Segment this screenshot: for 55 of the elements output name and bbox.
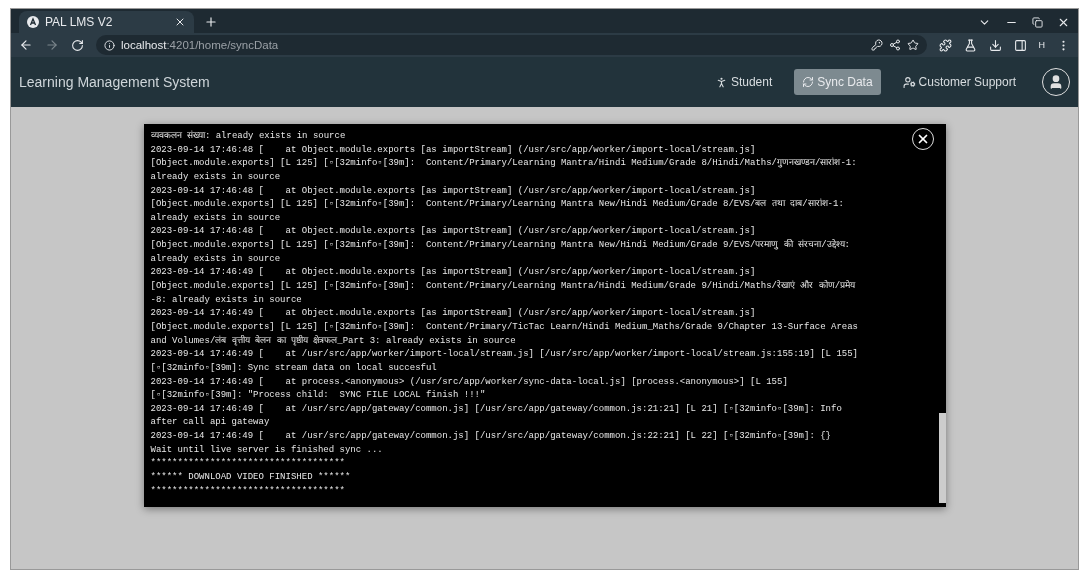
app-logo-icon — [27, 16, 39, 28]
back-icon[interactable] — [19, 38, 33, 52]
app-title: Learning Management System — [19, 74, 211, 90]
log-line: already exists in source — [150, 170, 281, 184]
extensions-icon[interactable] — [938, 38, 952, 52]
bookmark-icon[interactable] — [906, 39, 919, 51]
address-field[interactable]: localhost:4201/home/syncData — [96, 35, 927, 55]
user-icon — [1048, 74, 1064, 90]
log-line: 2023-09-14 17:46:49 [ at process.<anonymous> (/usr/src/app/worker/sync-data-local.js] [process.<anonymous>] [L 155] — [150, 375, 788, 389]
log-line: [Object.module.exports] [L 125] [▫[32minfo▫[39m]: Content/Primary/Learning Mantra New/Hindi Medium/Grade 9/EVS/परमाणु की संरचना/उद्देश्य: — [150, 239, 850, 253]
profile-button[interactable]: H — [1038, 40, 1045, 50]
info-icon — [104, 39, 115, 51]
log-line: 2023-09-14 17:46:48 [ at Object.module.exports [as importStream] (/usr/src/app/worker/import-local/stream.js] — [150, 225, 756, 239]
sync-icon — [802, 76, 815, 88]
log-line: 2023-09-14 17:46:49 [ at /usr/src/app/gateway/common.js] [/usr/src/app/gateway/common.js:21:21] [L 21] [▫[32minfo▫[39m]: Info — [150, 402, 842, 416]
log-line: ************************************ — [150, 484, 345, 498]
share-icon[interactable] — [888, 39, 901, 51]
log-line: 2023-09-14 17:46:49 [ at /usr/src/app/worker/import-local/stream.js] [/usr/src/app/worker/import-local/stream.js:155:19] [L 155] — [150, 348, 858, 362]
log-line: [Object.module.exports] [L 125] [▫[32minfo▫[39m]: Content/Primary/Learning Mantra/Hindi Medium/Grade 9/Hindi/Maths/रेखाएं और कोण/प्रमेय — [150, 280, 856, 294]
log-line: already exists in source — [150, 211, 281, 225]
nav-button[interactable]: Student — [706, 69, 781, 95]
log-line: already exists in source — [150, 252, 281, 266]
browser-tab[interactable]: PAL LMS V2 — [19, 11, 194, 33]
new-tab-icon[interactable] — [204, 15, 218, 29]
download-icon[interactable] — [988, 38, 1002, 52]
log-line: 2023-09-14 17:46:49 [ at /usr/src/app/gateway/common.js] [/usr/src/app/gateway/common.js:22:21] [L 22] [▫[32minfo▫[39m]: {} — [150, 430, 831, 444]
log-line: 2023-09-14 17:46:48 [ at Object.module.exports [as importStream] (/usr/src/app/worker/import-local/stream.js] — [150, 143, 756, 157]
log-line: and Volumes/लंब वृत्तीय बेलन का पृष्ठीय क्षेत्रफल_Part 3: already exists in source — [150, 334, 516, 348]
log-line: ****** DOWNLOAD VIDEO FINISHED ****** — [150, 471, 351, 484]
log-line: [Object.module.exports] [L 125] [▫[32minfo▫[39m]: Content/Primary/TicTac Learn/Hindi Medium_Maths/Grade 9/Chapter 13-Surface Areas — [150, 320, 858, 334]
scrollbar[interactable] — [938, 124, 946, 507]
log-line: 2023-09-14 17:46:49 [ at Object.module.exports [as importStream] (/usr/src/app/worker/import-local/stream.js] — [150, 266, 756, 280]
url-text: localhost:4201/home/syncData — [121, 39, 279, 51]
side-panel-icon[interactable] — [1013, 38, 1027, 52]
log-line: after call api gateway — [150, 416, 270, 430]
log-line: 2023-09-14 17:46:48 [ at Object.module.exports [as importStream] (/usr/src/app/worker/import-local/stream.js] — [150, 184, 756, 198]
restore-icon[interactable] — [1032, 16, 1043, 28]
forward-icon[interactable] — [45, 38, 59, 52]
log-line: 2023-09-14 17:46:49 [ at Object.module.exports [as importStream] (/usr/src/app/worker/import-local/stream.js] — [150, 307, 756, 321]
log-line: [Object.module.exports] [L 125] [▫[32minfo▫[39m]: Content/Primary/Learning Mantra New/Hindi Medium/Grade 8/EVS/बल तथा दाब/सारांश-1: — [150, 198, 844, 212]
tab-title: PAL LMS V2 — [45, 15, 114, 29]
log-line: Wait until live server is finished sync ... — [150, 443, 383, 457]
log-line: ************************************ — [150, 457, 345, 471]
key-icon[interactable] — [870, 39, 883, 51]
reload-icon[interactable] — [71, 38, 84, 52]
nav-button[interactable]: Customer Support — [894, 69, 1024, 95]
log-line: [▫[32minfo▫[39m]: Sync stream data on local succesful — [150, 361, 437, 375]
log-line: [Object.module.exports] [L 125] [▫[32minfo▫[39m]: Content/Primary/Learning Mantra/Hindi Medium/Grade 8/Hindi/Maths/गुणनखण्डन/सारांश-1: — [150, 157, 857, 171]
log-line: -8: already exists in source — [150, 293, 302, 307]
log-line: [▫[32minfo▫[39m]: "Process child: SYNC FILE LOCAL finish !!!" — [150, 389, 486, 403]
log-line: व्यवकलन संख्या: already exists in source — [150, 130, 346, 143]
close-button[interactable] — [911, 128, 934, 150]
close-tab-icon[interactable] — [174, 16, 186, 28]
flask-icon[interactable] — [963, 38, 977, 52]
support-icon — [902, 75, 916, 89]
